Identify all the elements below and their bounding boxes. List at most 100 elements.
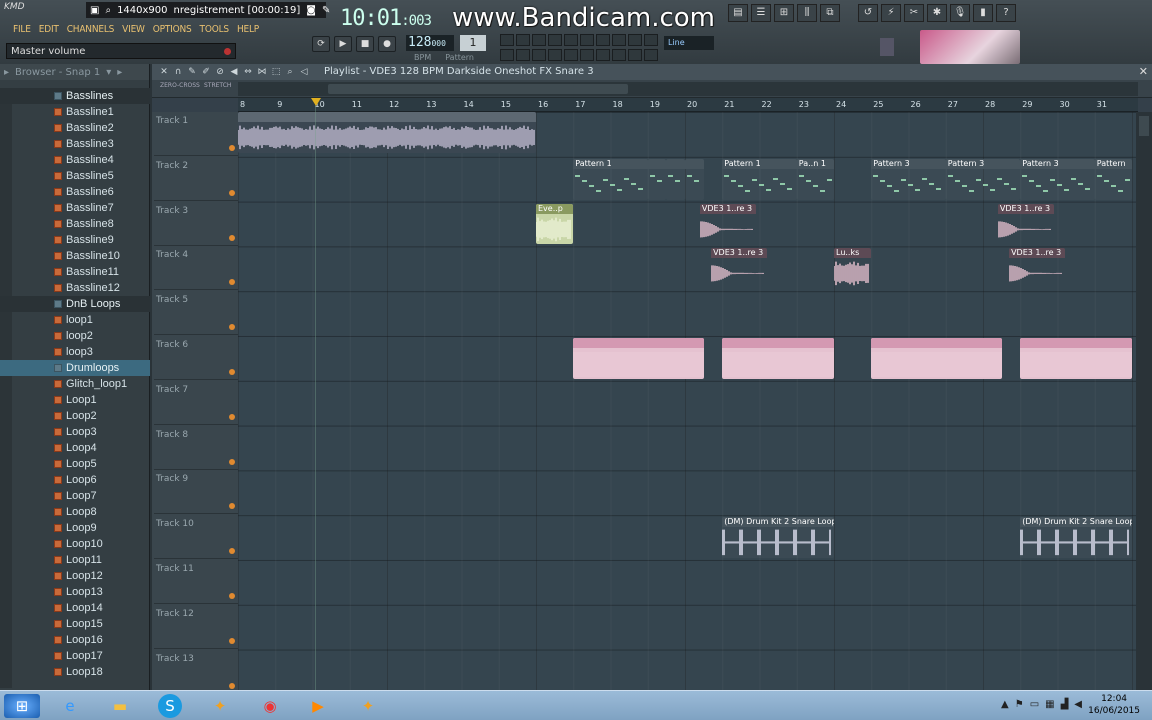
menu-edit[interactable]: EDIT xyxy=(35,24,63,38)
playlist-clip[interactable] xyxy=(722,338,834,379)
option-toggle[interactable] xyxy=(612,49,626,61)
browser-item[interactable]: Bassline11 xyxy=(0,264,150,280)
browser-arrow-icon[interactable]: ▾ xyxy=(106,67,111,78)
zoom-icon[interactable]: ⌕ xyxy=(284,66,296,78)
fl-studio-icon[interactable]: ✦ xyxy=(202,694,238,718)
browser-item[interactable]: loop1 xyxy=(0,312,150,328)
menu-view[interactable]: VIEW xyxy=(118,24,149,38)
menu-options[interactable]: OPTIONS xyxy=(149,24,196,38)
settings-icon[interactable]: ✱ xyxy=(927,4,947,22)
track-header[interactable]: Track 8 xyxy=(154,426,238,470)
playlist-clip[interactable]: Lu..ks xyxy=(834,248,872,289)
horizontal-scrollbar[interactable] xyxy=(238,82,1138,96)
piano-roll-icon[interactable]: ☰ xyxy=(751,4,771,22)
stretch-toggle[interactable]: STRETCH xyxy=(204,82,231,89)
option-toggle[interactable] xyxy=(564,49,578,61)
pattern-selector[interactable]: 1 xyxy=(460,35,486,51)
speaker-icon[interactable]: ◁ xyxy=(298,66,310,78)
skype-icon[interactable]: S xyxy=(158,694,182,718)
help-icon[interactable]: ? xyxy=(996,4,1016,22)
zero-cross-toggle[interactable]: ZERO-CROSS xyxy=(160,82,200,89)
channel-rack-icon[interactable]: ⊞ xyxy=(774,4,794,22)
plugin-icon[interactable]: ⚡ xyxy=(881,4,901,22)
option-toggle[interactable] xyxy=(516,49,530,61)
browser-icon[interactable]: ⧉ xyxy=(820,4,840,22)
menu-tools[interactable]: TOOLS xyxy=(196,24,233,38)
search-icon[interactable]: ⌕ xyxy=(105,5,111,16)
option-toggle[interactable] xyxy=(596,34,610,46)
option-toggle[interactable] xyxy=(580,49,594,61)
track-header[interactable]: Track 3 xyxy=(154,202,238,246)
track-enable-icon[interactable] xyxy=(229,682,235,689)
browser-item[interactable]: Loop6 xyxy=(0,472,150,488)
playlist-clip[interactable]: Pattern 1 xyxy=(722,158,797,200)
resolution-icon[interactable]: ▣ xyxy=(90,5,99,16)
track-enable-icon[interactable] xyxy=(229,279,235,286)
menu-help[interactable]: HELP xyxy=(233,24,263,38)
option-toggle[interactable] xyxy=(628,49,642,61)
track-enable-icon[interactable] xyxy=(229,145,235,151)
save-icon[interactable]: ▮ xyxy=(973,4,993,22)
browser-item[interactable]: Loop15 xyxy=(0,616,150,632)
browser-item[interactable]: Loop12 xyxy=(0,568,150,584)
browser-item[interactable]: loop3 xyxy=(0,344,150,360)
pencil-icon[interactable]: ✎ xyxy=(322,5,330,16)
browser-item[interactable]: Loop5 xyxy=(0,456,150,472)
playlist-clip[interactable]: VDE3 1..re 3 xyxy=(711,248,767,289)
close-icon[interactable]: ✕ xyxy=(1139,64,1148,80)
option-toggle[interactable] xyxy=(596,49,610,61)
menu-channels[interactable]: CHANNELS xyxy=(63,24,118,38)
option-toggle[interactable] xyxy=(644,34,658,46)
magnet-icon[interactable]: ∩ xyxy=(172,66,184,78)
browser-item[interactable]: Loop1 xyxy=(0,392,150,408)
track-enable-icon[interactable] xyxy=(229,369,235,375)
browser-item[interactable]: Loop9 xyxy=(0,520,150,536)
playlist-clip[interactable]: Eve..p xyxy=(536,203,574,245)
mixer-icon[interactable]: ⫼ xyxy=(797,4,817,22)
tray-arrow-icon[interactable]: ▲ xyxy=(1001,699,1009,710)
playhead-marker[interactable] xyxy=(311,98,321,106)
playlist-clip[interactable] xyxy=(871,338,1002,379)
browser-item[interactable]: Loop7 xyxy=(0,488,150,504)
track-enable-icon[interactable] xyxy=(229,637,235,644)
tempo-display[interactable]: 128000 xyxy=(406,35,454,51)
browser-item[interactable]: Bassline3 xyxy=(0,136,150,152)
browser-item[interactable]: Loop8 xyxy=(0,504,150,520)
track-enable-icon[interactable] xyxy=(229,548,235,555)
browser-item[interactable]: Bassline5 xyxy=(0,168,150,184)
timeline-ruler[interactable]: 8 9 10 11 12 13 14 15 16 17 18 19 20 21 22 23 24 25 26 27 28… xyxy=(238,98,1138,112)
track-header[interactable]: Track 4 xyxy=(154,246,238,291)
option-toggle[interactable] xyxy=(564,34,578,46)
play-button[interactable]: ▶ xyxy=(334,36,352,52)
expand-arrow-icon[interactable]: ▸ xyxy=(4,67,9,78)
track-header[interactable]: Track 6 xyxy=(154,336,238,380)
browser-item[interactable]: Loop13 xyxy=(0,584,150,600)
track-header[interactable]: Track 7 xyxy=(154,381,238,425)
track-enable-icon[interactable] xyxy=(229,234,235,241)
option-toggle[interactable] xyxy=(548,34,562,46)
track-header[interactable]: Track 2 xyxy=(154,157,238,201)
flag-icon[interactable]: ⚑ xyxy=(1015,699,1024,710)
track-header[interactable]: Track 11 xyxy=(154,560,238,604)
vscroll-thumb[interactable] xyxy=(1139,116,1149,136)
close-x-icon[interactable]: ✕ xyxy=(158,66,170,78)
option-toggle[interactable] xyxy=(628,34,642,46)
browser-item[interactable]: Basslines xyxy=(0,88,150,104)
browser-item[interactable]: Bassline2 xyxy=(0,120,150,136)
track-enable-icon[interactable] xyxy=(229,458,235,465)
ie-icon[interactable]: e xyxy=(52,694,88,718)
playlist-clip[interactable]: Pattern 1 xyxy=(573,158,648,200)
browser-item[interactable]: Loop10 xyxy=(0,536,150,552)
browser-item[interactable]: loop2 xyxy=(0,328,150,344)
playlist-clip[interactable]: VDE3 1..re 3 xyxy=(997,203,1054,245)
browser-item[interactable]: Bassline9 xyxy=(0,232,150,248)
playlist-clip[interactable]: (DM) Drum Kit 2 Snare Loop xyxy=(1020,517,1132,558)
browser-item[interactable]: Loop11 xyxy=(0,552,150,568)
option-toggle[interactable] xyxy=(644,49,658,61)
display-icon[interactable]: ▭ xyxy=(1030,699,1039,710)
track-header[interactable]: Track 5 xyxy=(154,291,238,336)
browser-item[interactable]: Loop2 xyxy=(0,408,150,424)
playlist-clip[interactable]: Pattern xyxy=(1094,158,1132,200)
select-icon[interactable]: ⬚ xyxy=(270,66,282,78)
track-header[interactable]: Track 13 xyxy=(154,650,238,694)
